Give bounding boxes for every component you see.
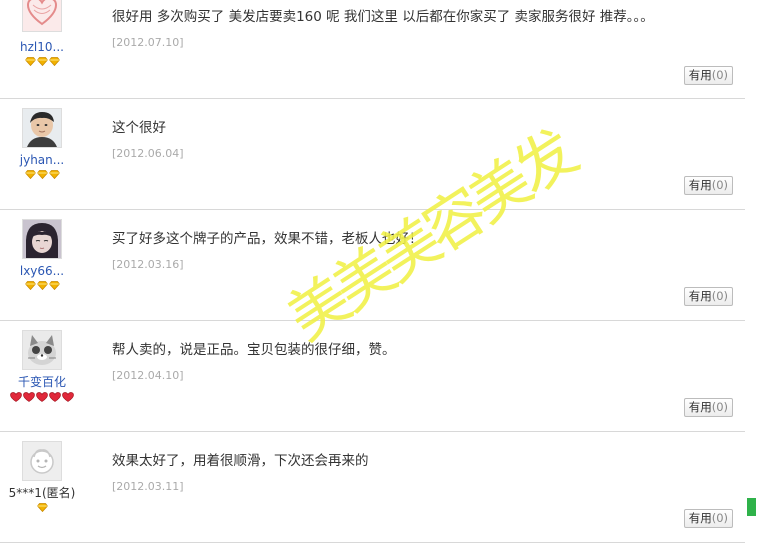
review-date: [2012.06.04] bbox=[112, 147, 184, 160]
gold-diamond-icon bbox=[36, 281, 48, 290]
buyer-rank bbox=[2, 57, 82, 66]
buyer-rank bbox=[2, 281, 82, 290]
username-link[interactable]: hzl10... bbox=[2, 40, 82, 54]
useful-button[interactable]: 有用(0) bbox=[683, 176, 733, 195]
username-link[interactable]: 千变百化 bbox=[2, 375, 82, 389]
red-heart-icon bbox=[49, 392, 61, 402]
useful-label: 有用 bbox=[688, 178, 712, 192]
useful-count: (0) bbox=[711, 68, 728, 82]
review-list: hzl10... 很好用 多次购买了 美发店要卖160 呢 我们这里 以后都在你… bbox=[0, 0, 745, 543]
useful-count: (0) bbox=[711, 289, 728, 303]
gold-diamond-icon bbox=[24, 57, 36, 66]
useful-label: 有用 bbox=[688, 400, 712, 414]
cat-avatar-icon[interactable] bbox=[22, 330, 62, 370]
useful-button[interactable]: 有用(0) bbox=[683, 287, 733, 306]
gold-diamond-icon bbox=[24, 170, 36, 179]
edge-green-marker bbox=[747, 498, 756, 516]
useful-button[interactable]: 有用(0) bbox=[683, 398, 733, 417]
review-item: jyhan... 这个很好 [2012.06.04] 有用(0) bbox=[0, 99, 745, 210]
gold-diamond-icon bbox=[36, 170, 48, 179]
review-item: hzl10... 很好用 多次购买了 美发店要卖160 呢 我们这里 以后都在你… bbox=[0, 0, 745, 99]
buyer-rank bbox=[2, 170, 82, 179]
useful-label: 有用 bbox=[688, 511, 712, 525]
useful-count: (0) bbox=[711, 400, 728, 414]
review-date: [2012.03.11] bbox=[112, 480, 184, 493]
useful-label: 有用 bbox=[688, 68, 712, 82]
red-heart-icon bbox=[62, 392, 74, 402]
red-heart-icon bbox=[23, 392, 35, 402]
useful-count: (0) bbox=[711, 511, 728, 525]
review-comment: 很好用 多次购买了 美发店要卖160 呢 我们这里 以后都在你家买了 卖家服务很… bbox=[112, 9, 654, 25]
portrait-avatar-icon[interactable] bbox=[22, 219, 62, 259]
useful-label: 有用 bbox=[688, 289, 712, 303]
gold-diamond-icon bbox=[48, 281, 60, 290]
review-comment: 帮人卖的，说是正品。宝贝包装的很仔细，赞。 bbox=[112, 342, 396, 358]
gold-diamond-icon bbox=[36, 503, 48, 512]
red-heart-icon bbox=[10, 392, 22, 402]
review-date: [2012.07.10] bbox=[112, 36, 184, 49]
username-link[interactable]: lxy66... bbox=[2, 264, 82, 278]
gold-diamond-icon bbox=[48, 170, 60, 179]
review-date: [2012.04.10] bbox=[112, 369, 184, 382]
useful-count: (0) bbox=[711, 178, 728, 192]
review-date: [2012.03.16] bbox=[112, 258, 184, 271]
buyer-rank bbox=[2, 392, 82, 402]
review-item: 千变百化 帮人卖的，说是正品。宝贝包装的很仔细，赞。 [2012.04.10] … bbox=[0, 321, 745, 432]
red-heart-icon bbox=[36, 392, 48, 402]
useful-button[interactable]: 有用(0) bbox=[683, 66, 733, 85]
buyer-rank bbox=[2, 503, 82, 512]
gold-diamond-icon bbox=[24, 281, 36, 290]
gold-diamond-icon bbox=[36, 57, 48, 66]
gold-diamond-icon bbox=[48, 57, 60, 66]
page-edge bbox=[745, 0, 758, 516]
review-item: lxy66... 买了好多这个牌子的产品，效果不错，老板人也好！ [2012.0… bbox=[0, 210, 745, 321]
review-comment: 买了好多这个牌子的产品，效果不错，老板人也好！ bbox=[112, 231, 423, 247]
review-comment: 效果太好了，用着很顺滑，下次还会再来的 bbox=[112, 453, 369, 469]
default-anonymous-avatar-icon[interactable] bbox=[22, 441, 62, 481]
review-item: 5***1(匿名) 效果太好了，用着很顺滑，下次还会再来的 [2012.03.1… bbox=[0, 432, 745, 543]
useful-button[interactable]: 有用(0) bbox=[683, 509, 733, 528]
person-photo-avatar-icon[interactable] bbox=[22, 108, 62, 148]
username-anonymous: 5***1(匿名) bbox=[8, 486, 76, 500]
username-link[interactable]: jyhan... bbox=[2, 153, 82, 167]
review-comment: 这个很好 bbox=[112, 120, 166, 136]
heart-avatar-icon[interactable] bbox=[22, 0, 62, 32]
